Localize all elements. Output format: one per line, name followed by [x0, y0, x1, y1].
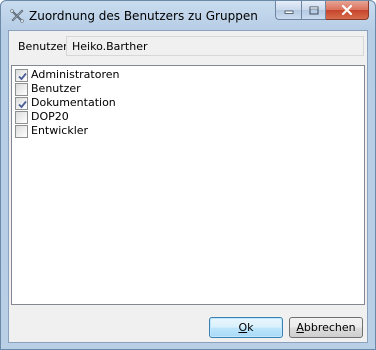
group-checkbox[interactable] — [15, 68, 28, 82]
cancel-mnemonic: A — [296, 321, 304, 334]
group-checkbox[interactable] — [15, 124, 28, 138]
caption-buttons — [275, 1, 369, 21]
group-label: Dokumentation — [31, 96, 116, 109]
dialog-client-area: Benutzer Heiko.Barther Administratoren B… — [8, 30, 368, 343]
group-label: Entwickler — [31, 124, 89, 137]
group-label: Administratoren — [31, 68, 120, 81]
minimize-button[interactable] — [275, 1, 301, 20]
ok-button[interactable]: Ok — [209, 317, 283, 338]
group-checkbox[interactable] — [15, 110, 28, 124]
group-checkbox[interactable] — [15, 96, 28, 110]
list-item[interactable]: Benutzer — [15, 82, 81, 96]
window-title: Zuordnung des Benutzers zu Gruppen — [29, 9, 258, 23]
group-checkbox[interactable] — [15, 82, 28, 96]
list-item[interactable]: Administratoren — [15, 68, 119, 82]
minimize-icon — [284, 10, 293, 14]
tools-icon — [9, 8, 25, 24]
ok-label-rest: k — [247, 321, 254, 334]
cancel-label-rest: bbrechen — [303, 321, 356, 334]
group-checklist[interactable]: Administratoren Benutzer Dokumentation D… — [11, 65, 365, 305]
list-item[interactable]: Entwickler — [15, 124, 88, 138]
ok-mnemonic: O — [238, 321, 248, 334]
cancel-button[interactable]: Abbrechen — [289, 317, 363, 338]
list-item[interactable]: Dokumentation — [15, 96, 116, 110]
close-icon — [341, 5, 353, 15]
title-bar[interactable]: Zuordnung des Benutzers zu Gruppen — [1, 1, 375, 31]
group-label: Benutzer — [31, 82, 81, 95]
close-button[interactable] — [326, 1, 369, 20]
list-item[interactable]: DOP20 — [15, 110, 69, 124]
user-field: Heiko.Barther — [66, 36, 364, 56]
checkmark-icon — [18, 100, 27, 108]
maximize-button[interactable] — [301, 1, 326, 20]
dialog-window: Zuordnung des Benutzers zu Gruppen Benut… — [0, 0, 376, 350]
user-label: Benutzer — [18, 40, 68, 53]
checkmark-icon — [18, 72, 27, 80]
group-label: DOP20 — [31, 110, 69, 123]
maximize-icon — [309, 6, 318, 14]
